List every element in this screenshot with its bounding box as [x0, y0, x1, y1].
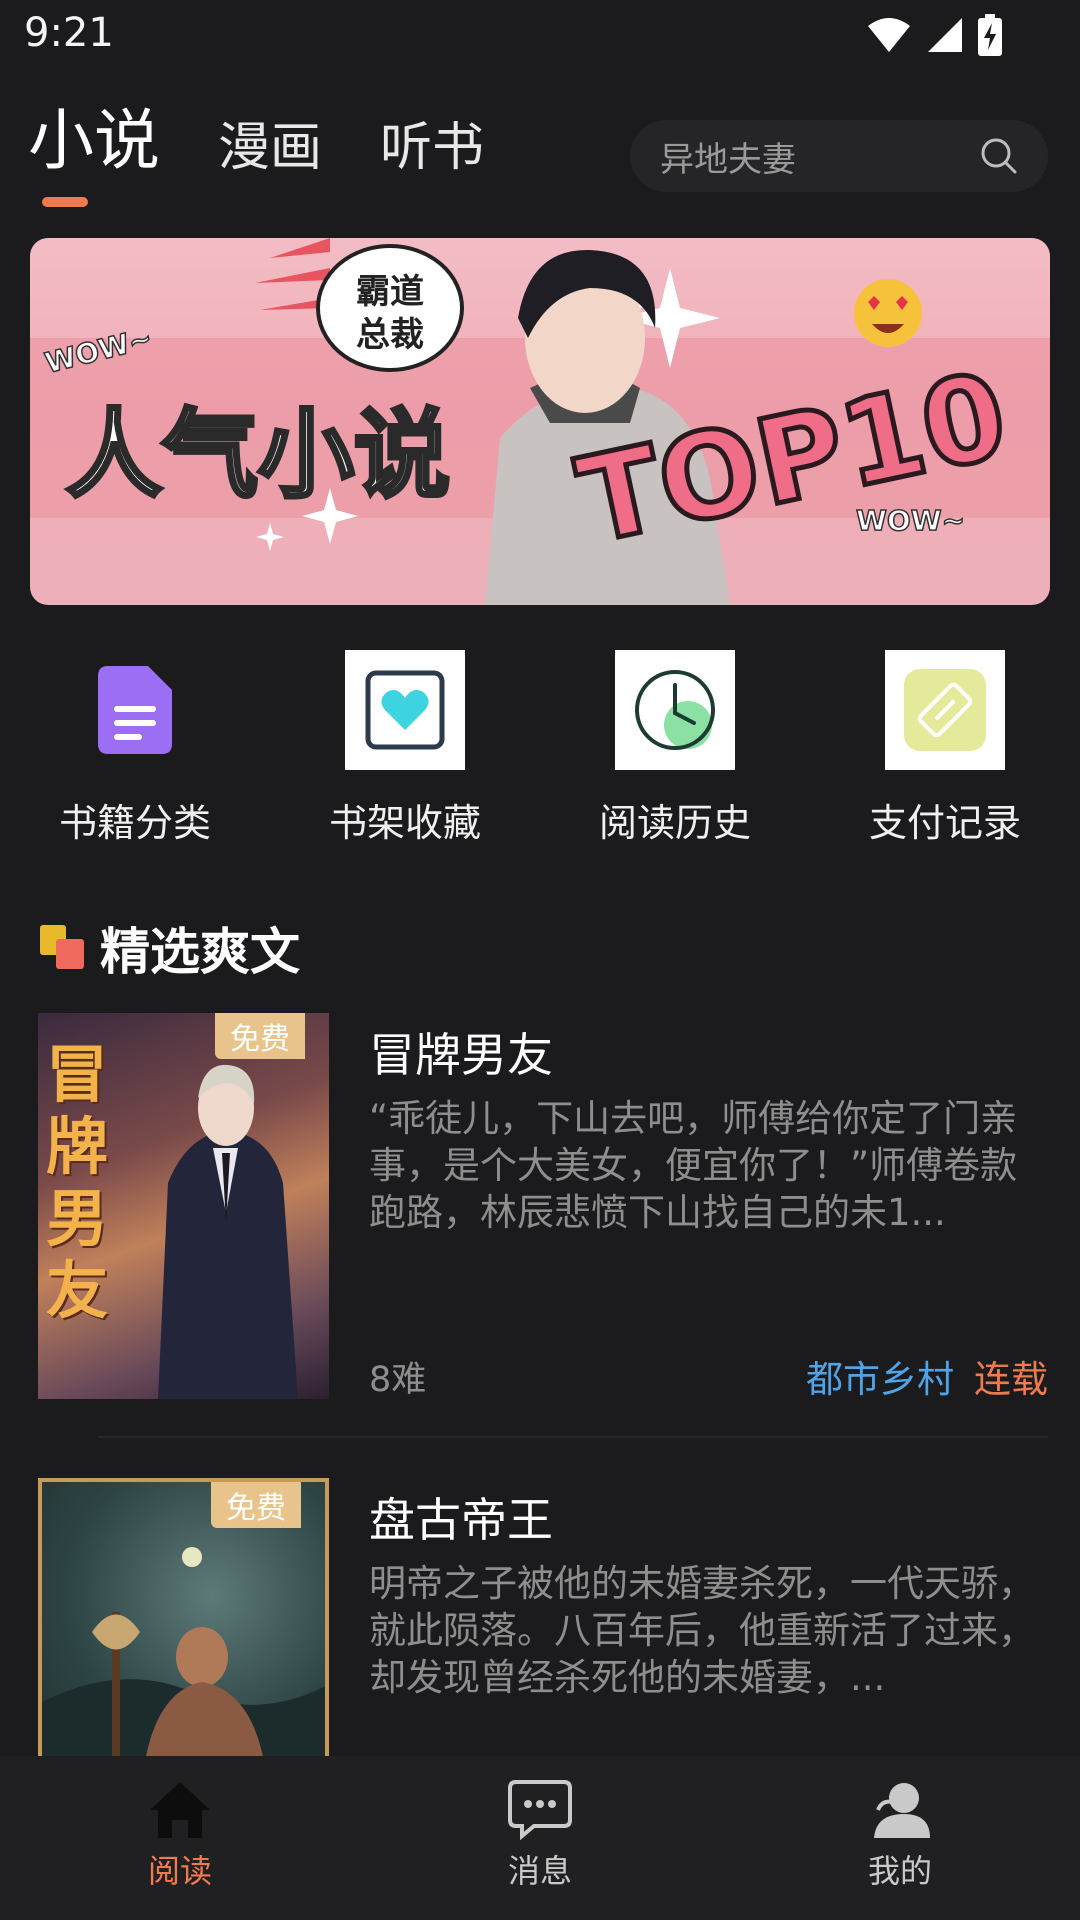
free-badge: 免费 — [211, 1482, 301, 1528]
genre-tag[interactable]: 都市乡村 — [806, 1349, 954, 1403]
book-title[interactable]: 冒牌男友 — [369, 1019, 553, 1085]
tab-audiobook[interactable]: 听书 — [380, 122, 484, 174]
quick-entry-label: 支付记录 — [868, 801, 1021, 845]
quick-entry-label: 书籍分类 — [58, 801, 211, 845]
book-item[interactable]: 免费 盘古帝王 明帝之子被他的未婚妻杀死，一代天骄，就此陨落。八百年后，他重新活… — [38, 1478, 1048, 1756]
book-title[interactable]: 盘古帝王 — [369, 1484, 553, 1550]
status-icons — [866, 14, 1002, 56]
search-icon[interactable] — [980, 137, 1018, 175]
profile-icon — [874, 1783, 930, 1838]
banner-artwork: 霸道 总裁 WOW~ 人气小说 TOP10 WOW~ — [30, 238, 1050, 605]
book-description: 明帝之子被他的未婚妻杀死，一代天骄，就此陨落。八百年后，他重新活了过来，却发现曾… — [369, 1562, 1035, 1699]
section-header: 精选爽文 — [40, 912, 300, 984]
list-divider — [98, 1436, 1048, 1438]
nav-read[interactable]: 阅读 — [0, 1756, 360, 1920]
tab-comic[interactable]: 漫画 — [218, 122, 322, 174]
book-cover[interactable]: 冒牌男友 免费 — [38, 1013, 329, 1399]
nav-profile[interactable]: 我的 — [720, 1756, 1080, 1920]
battery-charging-icon — [978, 14, 1002, 56]
cover-title: 冒牌男友 — [46, 1038, 109, 1327]
status-tag: 连载 — [974, 1358, 1048, 1401]
bubble-line-2: 总裁 — [356, 315, 424, 355]
banner-headline: 人气小说 — [66, 399, 450, 511]
bottom-navigation: 阅读 消息 我的 — [0, 1756, 1080, 1920]
category-tabs: 小说 漫画 听书 — [28, 108, 484, 175]
status-bar: 9:21 — [0, 0, 1080, 76]
clock-icon — [615, 650, 735, 770]
quick-entry-label: 书架收藏 — [328, 801, 481, 845]
search-placeholder: 异地夫妻 — [660, 139, 796, 180]
nav-label: 阅读 — [147, 1852, 212, 1890]
tab-novel[interactable]: 小说 — [28, 108, 160, 174]
home-icon — [150, 1782, 210, 1838]
quick-entry-payments[interactable]: 支付记录 — [810, 650, 1080, 847]
active-tab-indicator — [42, 197, 88, 207]
bubble-line-1: 霸道 — [356, 272, 424, 312]
nav-messages[interactable]: 消息 — [360, 1756, 720, 1920]
banner-wow-right: WOW~ — [856, 504, 965, 537]
section-icon — [40, 925, 84, 969]
message-icon — [508, 1780, 572, 1840]
heart-frame-icon — [345, 650, 465, 770]
quick-entry-label: 阅读历史 — [598, 801, 751, 845]
wifi-icon — [868, 18, 910, 52]
quick-entry-categories[interactable]: 书籍分类 — [0, 650, 270, 847]
book-author: 8难 — [369, 1360, 427, 1400]
promo-banner[interactable]: 霸道 总裁 WOW~ 人气小说 TOP10 WOW~ — [30, 238, 1050, 605]
ticket-icon — [885, 650, 1005, 770]
document-icon — [75, 650, 195, 770]
cellular-signal-icon — [928, 18, 962, 52]
free-badge: 免费 — [215, 1013, 305, 1059]
section-title: 精选爽文 — [100, 923, 300, 981]
book-item[interactable]: 冒牌男友 免费 冒牌男友 “乖徒儿，下山去吧，师傅给你定了门亲事，是个大美女，便… — [38, 1013, 1048, 1401]
quick-entry-bookshelf[interactable]: 书架收藏 — [270, 650, 540, 847]
search-input[interactable]: 异地夫妻 — [630, 120, 1048, 192]
quick-entry-row: 书籍分类 书架收藏 阅读历史 支付记录 — [0, 650, 1080, 847]
status-time: 9:21 — [24, 10, 114, 56]
book-cover[interactable]: 免费 — [38, 1478, 329, 1756]
nav-label: 我的 — [867, 1852, 932, 1890]
quick-entry-history[interactable]: 阅读历史 — [540, 650, 810, 847]
book-description: “乖徒儿，下山去吧，师傅给你定了门亲事，是个大美女，便宜你了！”师傅卷款跑路，林… — [369, 1097, 1018, 1234]
nav-label: 消息 — [507, 1852, 572, 1890]
book-tags: 都市乡村 连载 — [806, 1349, 1048, 1403]
